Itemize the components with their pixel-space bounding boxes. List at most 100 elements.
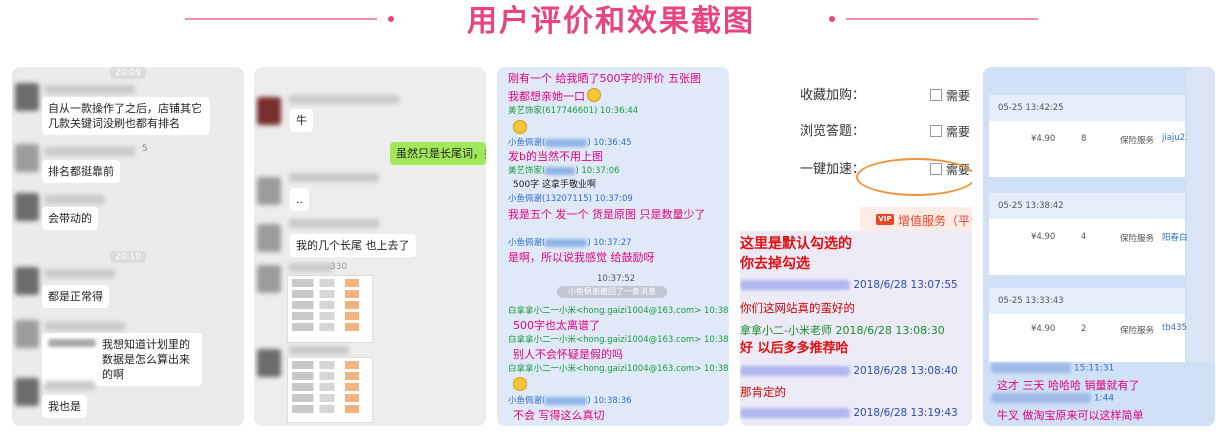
review-screenshot-settings-chat: 收藏加购： 需要 浏览答题： 需要 一键加速： 需要 VIP 增值服务（平台 这… <box>740 67 972 426</box>
order-row: 05-25 13:42:25 ¥4.90 8 保险服务 jiaju23 <box>989 95 1191 177</box>
avatar <box>257 224 281 252</box>
header-dot-right <box>829 16 835 22</box>
chat-message: 那肯定的 <box>740 385 786 399</box>
chat-message: 会带动的 <box>42 207 98 230</box>
avatar <box>15 83 39 111</box>
chat-message: 虽然只是长尾词，排 <box>390 142 486 165</box>
order-service: 保险服务 <box>1120 136 1155 146</box>
vip-badge-icon: VIP <box>876 214 894 225</box>
redacted-text <box>545 166 576 175</box>
chat-sender: 小鱼佩谢() 10:38:36 <box>508 396 632 406</box>
order-price: ¥4.90 <box>1031 232 1056 242</box>
chat-message: 我是五个 发一个 货是原图 只是数量少了 <box>508 208 706 221</box>
chat-message: .. <box>290 188 309 211</box>
data-table-screenshot <box>287 357 373 423</box>
order-qty: 4 <box>1081 232 1087 242</box>
highlight-oval <box>856 158 972 196</box>
sender-name <box>45 381 95 390</box>
review-screenshot-wechat-1: 20:09 自从一款操作了之后，店铺其它几款关键词没刷也都有排名 5 排名都挺靠… <box>12 67 244 426</box>
setting-label: 浏览答题： <box>799 124 865 139</box>
redacted-text <box>545 238 588 247</box>
avatar <box>257 177 281 205</box>
chat-message: 排名都挺靠前 <box>42 160 120 183</box>
redacted-name <box>740 408 850 418</box>
chat-message: 不会 写得这么真切 <box>513 409 605 422</box>
chat-sender: 小鱼佩谢(13207115) 10:37:09 <box>508 194 633 204</box>
order-service: 保险服务 <box>1120 326 1155 336</box>
smile-emoji-icon <box>513 120 527 134</box>
redacted-name <box>991 363 1071 373</box>
chat-area: 这里是默认勾选的 你去掉勾选 2018/6/28 13:07:55 你们这网站真… <box>740 231 972 426</box>
partial-number: 330 <box>330 262 348 272</box>
chat-message: 牛 <box>290 109 313 132</box>
chat-sender: 美艺饰家(617746601) 10:36:44 <box>508 106 639 116</box>
chat-sender: 拿拿小二-小米老师 2018/6/28 13:08:30 <box>740 324 945 337</box>
chat-message: 500字 这拿手敬业啊 <box>513 180 597 190</box>
order-row: 05-25 13:38:42 ¥4.90 4 保险服务 阳春白 <box>989 193 1188 275</box>
system-notice: 小鱼佩谢撤回了一条消息 <box>557 286 667 298</box>
chat-message: 好 以后多多推荐哈 <box>740 341 849 356</box>
chat-timestamp: 15:11:31 <box>991 363 1114 374</box>
sender-name <box>289 346 349 355</box>
sender-name <box>45 147 135 156</box>
avatar <box>257 265 281 293</box>
chat-timestamp: 2018/6/28 13:08:40 <box>740 365 958 377</box>
order-date: 05-25 13:33:43 <box>989 288 1185 314</box>
chat-message: 是啊，所以说我感觉 给鼓励呀 <box>508 251 655 264</box>
timestamp: 20:09 <box>12 67 244 79</box>
setting-label: 收藏加购： <box>799 88 865 103</box>
partial-timestamp: 5 <box>142 144 148 154</box>
vip-service-text: 增值服务（平台 <box>898 214 972 228</box>
avatar <box>257 349 281 377</box>
chat-timestamp: 2018/6/28 13:07:55 <box>740 279 958 291</box>
scrollbar[interactable] <box>1187 67 1215 362</box>
avatar <box>15 193 39 221</box>
chat-message: 别人不会怀疑是假的吗 <box>513 348 623 361</box>
header-line-right <box>846 18 1038 20</box>
chat-message: 发b的当然不用上图 <box>508 150 603 163</box>
setting-option: 需要 <box>946 125 971 139</box>
sender-name <box>289 263 333 272</box>
chat-message: 你们这网站真的蛮好的 <box>740 301 855 315</box>
checkbox[interactable] <box>930 125 942 137</box>
buyer-link[interactable]: 阳春白 <box>1162 231 1188 243</box>
sender-name <box>45 195 105 204</box>
checkbox[interactable] <box>930 89 942 101</box>
order-date: 05-25 13:42:25 <box>989 95 1185 121</box>
redacted-text <box>545 138 588 147</box>
order-service: 保险服务 <box>1120 234 1155 244</box>
avatar <box>257 97 281 125</box>
page-title: 用户评价和效果截图 <box>467 4 755 39</box>
sender-name <box>45 322 125 331</box>
chat-sender: 白拿拿小二一小米<hong.gaizi1004@163.com> 10:38:2… <box>508 364 729 374</box>
redacted-text <box>545 396 588 405</box>
sender-name <box>45 269 115 278</box>
order-price: ¥4.90 <box>1031 324 1056 334</box>
chat-sender: 白拿拿小二一小米<hong.gaizi1004@163.com> 10:38:2… <box>508 335 729 345</box>
timestamp: 20:10 <box>12 248 244 263</box>
chat-timestamp: 1:44 <box>991 393 1114 404</box>
chat-message: 牛叉 做淘宝原来可以这样简单 <box>997 409 1144 422</box>
sender-name <box>289 219 379 228</box>
data-table-screenshot <box>287 275 373 343</box>
order-qty: 2 <box>1081 324 1087 334</box>
setting-option: 需要 <box>946 89 971 103</box>
redacted-name <box>740 366 850 376</box>
chat-sender: 美艺饰家() 10:37:06 <box>508 166 620 176</box>
review-screenshot-wechat-2: 牛 虽然只是长尾词，排 .. 我的几个长尾 也上去了 330 <box>254 67 486 426</box>
chat-sender: 白拿拿小二一小米<hong.gaizi1004@163.com> 10:38:1… <box>508 306 729 316</box>
chat-timestamp: 2018/6/28 13:19:43 <box>740 407 958 419</box>
review-screenshot-orders: 05-25 13:42:25 ¥4.90 8 保险服务 jiaju23 05-2… <box>983 67 1215 426</box>
avatar <box>15 378 39 406</box>
thinking-emoji-icon <box>513 377 527 391</box>
chat-message: 500字也太离谱了 <box>513 319 600 332</box>
chat-message: 我想知道计划里的数据是怎么算出来的啊 <box>42 333 202 386</box>
sender-name <box>289 173 379 182</box>
avatar <box>15 320 39 348</box>
avatar <box>15 267 39 295</box>
sender-name <box>45 85 135 94</box>
chat-message: 这才 三天 哈哈哈 销量就有了 <box>997 379 1140 392</box>
sender-name <box>289 95 399 104</box>
smile-emoji-icon <box>587 88 601 102</box>
chat-message: 都是正常得 <box>42 285 109 308</box>
